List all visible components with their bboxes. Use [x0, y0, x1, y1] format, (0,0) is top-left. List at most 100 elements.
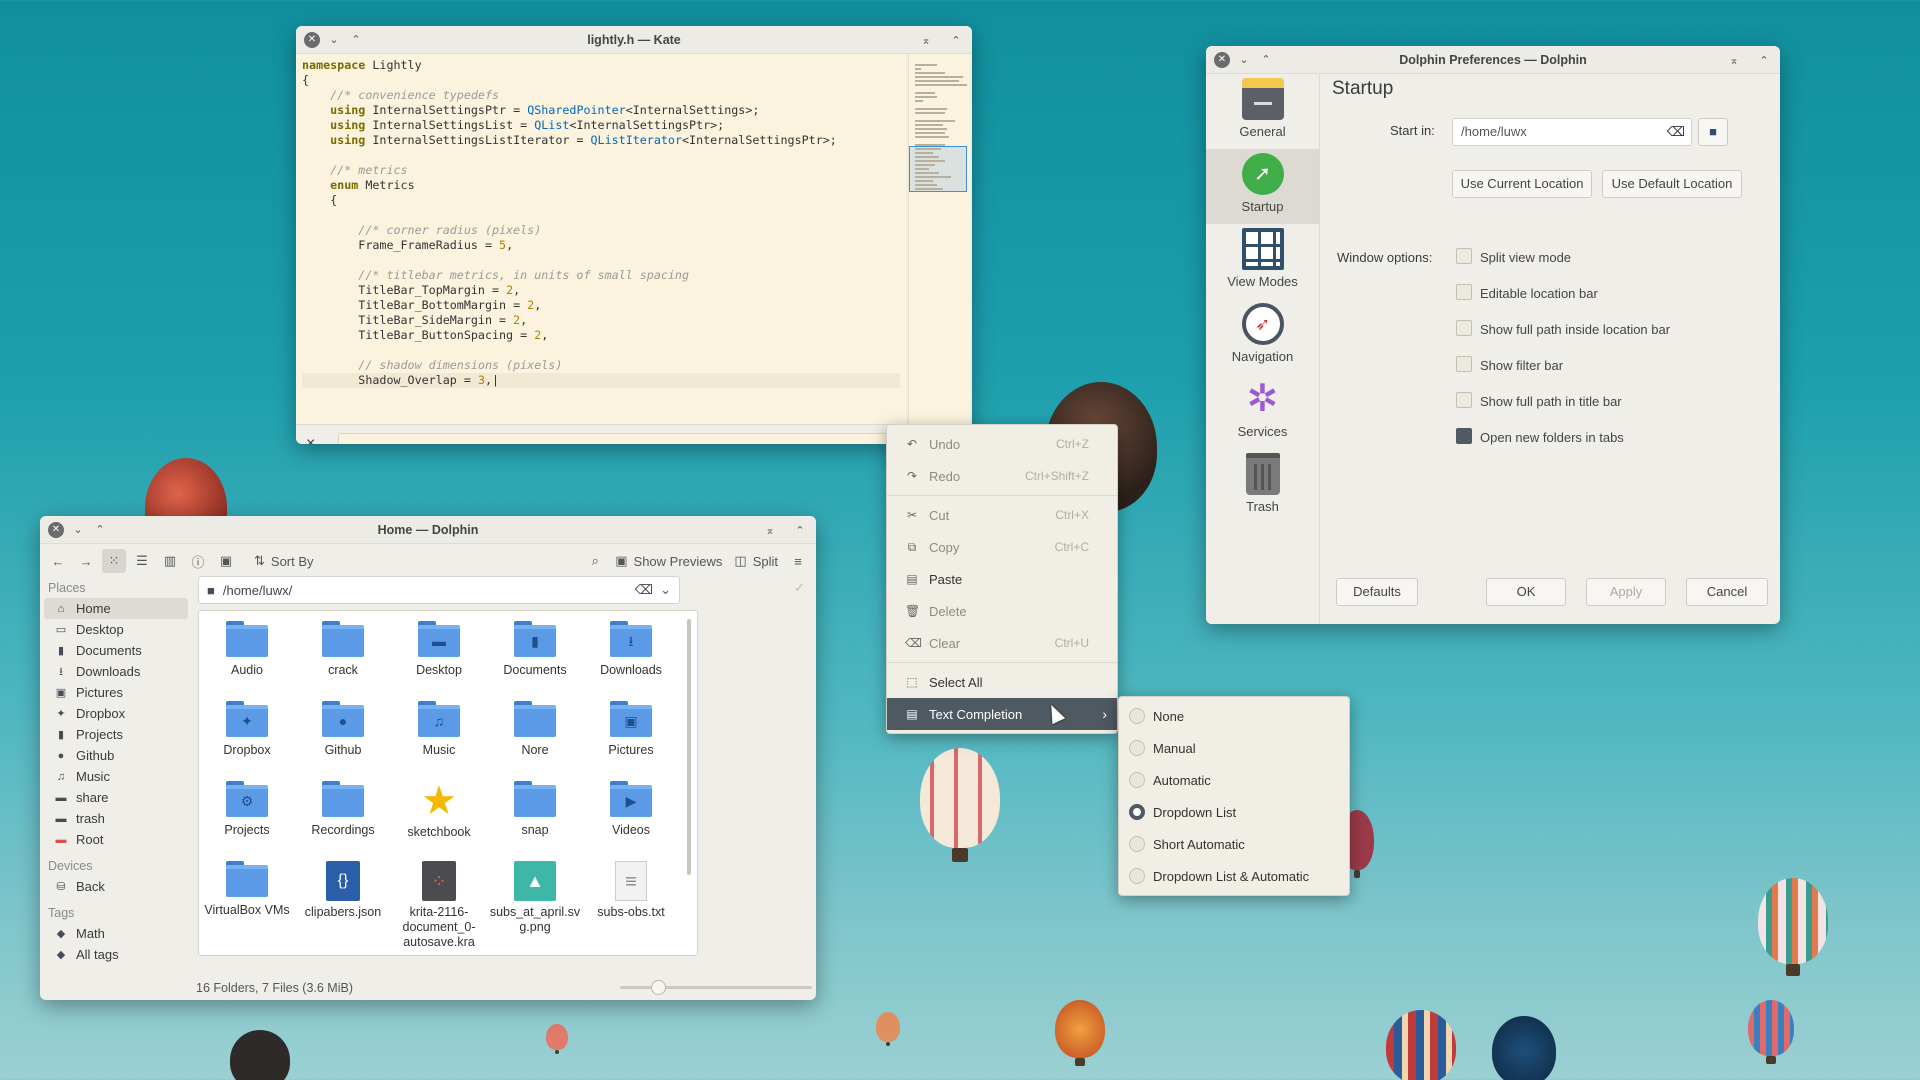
- full-path-location-checkbox[interactable]: [1456, 320, 1472, 336]
- file-item[interactable]: ▲ subs_at_april.svg.png: [480, 861, 590, 935]
- file-item[interactable]: ⭳ Downloads: [576, 621, 686, 678]
- place-github[interactable]: ● Github: [44, 745, 188, 766]
- shade-icon[interactable]: ⌃: [1756, 52, 1772, 68]
- menu-item-undo[interactable]: ↶ Undo Ctrl+Z: [887, 428, 1117, 460]
- radio-button[interactable]: [1129, 772, 1145, 788]
- file-item[interactable]: crack: [288, 621, 398, 678]
- file-item[interactable]: Recordings: [288, 781, 398, 838]
- minimize-icon[interactable]: ⌄: [326, 32, 342, 48]
- menu-item-delete[interactable]: 🗑 Delete: [887, 595, 1117, 627]
- place-all-tags[interactable]: ◆ All tags: [44, 944, 188, 965]
- file-item[interactable]: ≡ subs-obs.txt: [576, 861, 686, 920]
- zoom-slider-handle[interactable]: [651, 980, 667, 995]
- shade-icon[interactable]: ⌃: [948, 32, 964, 48]
- menu-item-clear[interactable]: ⌫ Clear Ctrl+U: [887, 627, 1117, 659]
- icons-view-icon[interactable]: ⁙: [102, 549, 126, 573]
- menu-item-text-completion[interactable]: ▤ Text Completion ›: [887, 698, 1117, 730]
- minimap[interactable]: [908, 54, 970, 424]
- browse-button[interactable]: ■: [1698, 118, 1728, 146]
- menu-item-select-all[interactable]: ⬚ Select All: [887, 666, 1117, 698]
- apply-button[interactable]: Apply: [1586, 578, 1666, 606]
- start-in-field[interactable]: /home/luwx ⌫: [1452, 118, 1692, 146]
- file-item[interactable]: ✦ Dropbox: [199, 701, 302, 758]
- filter-bar-checkbox[interactable]: [1456, 356, 1472, 372]
- place-projects[interactable]: ▮ Projects: [44, 724, 188, 745]
- keep-above-icon[interactable]: ⌅: [762, 522, 778, 538]
- place-desktop[interactable]: ▭ Desktop: [44, 619, 188, 640]
- radio-button[interactable]: [1129, 868, 1145, 884]
- file-item[interactable]: ▣ Pictures: [576, 701, 686, 758]
- close-icon[interactable]: ✕: [304, 31, 320, 48]
- file-item[interactable]: ⁘ krita-2116-document_0-autosave.kra: [384, 861, 494, 950]
- keep-above-icon[interactable]: ⌅: [1726, 52, 1742, 68]
- terminal-icon[interactable]: ▣: [214, 549, 238, 573]
- close-search-icon[interactable]: ×: [306, 435, 315, 444]
- radio-button[interactable]: [1129, 740, 1145, 756]
- menu-item-paste[interactable]: ▤ Paste: [887, 563, 1117, 595]
- completion-option[interactable]: Manual: [1119, 732, 1349, 764]
- use-current-location-button[interactable]: Use Current Location: [1452, 170, 1592, 198]
- defaults-button[interactable]: Defaults: [1336, 578, 1418, 606]
- file-item[interactable]: ★ sketchbook: [384, 781, 494, 840]
- place-downloads[interactable]: ⭳ Downloads: [44, 661, 188, 682]
- ok-button[interactable]: OK: [1486, 578, 1566, 606]
- maximize-icon[interactable]: ⌃: [1258, 52, 1274, 68]
- file-item[interactable]: ▶ Videos: [576, 781, 686, 838]
- completion-option[interactable]: Dropdown List & Automatic: [1119, 860, 1349, 892]
- split-button[interactable]: ◫ Split: [730, 549, 782, 573]
- menu-item-copy[interactable]: ⧉ Copy Ctrl+C: [887, 531, 1117, 563]
- place-root[interactable]: ▬ Root: [44, 829, 188, 850]
- menu-item-cut[interactable]: ✂ Cut Ctrl+X: [887, 499, 1117, 531]
- place-trash[interactable]: ▬ trash: [44, 808, 188, 829]
- hamburger-menu-icon[interactable]: ≡: [786, 549, 810, 573]
- place-back[interactable]: ⛁ Back: [44, 876, 188, 897]
- place-pictures[interactable]: ▣ Pictures: [44, 682, 188, 703]
- info-icon[interactable]: ⓘ: [186, 549, 210, 573]
- radio-button[interactable]: [1129, 804, 1145, 820]
- place-dropbox[interactable]: ✦ Dropbox: [44, 703, 188, 724]
- search-icon[interactable]: ⌕: [583, 549, 607, 573]
- place-music[interactable]: ♫ Music: [44, 766, 188, 787]
- close-icon[interactable]: ✕: [1214, 51, 1230, 68]
- category-startup[interactable]: ➚ Startup: [1206, 149, 1319, 224]
- file-item[interactable]: ⚙ Projects: [199, 781, 302, 838]
- scrollbar[interactable]: [687, 619, 691, 875]
- keep-above-icon[interactable]: ⌅: [918, 32, 934, 48]
- place-documents[interactable]: ▮ Documents: [44, 640, 188, 661]
- file-item[interactable]: Audio: [199, 621, 302, 678]
- sort-by-button[interactable]: ⇅ Sort By: [250, 549, 318, 573]
- clear-field-icon[interactable]: ⌫: [1667, 119, 1685, 145]
- back-icon[interactable]: ←: [46, 549, 70, 573]
- minimize-icon[interactable]: ⌄: [1236, 52, 1252, 68]
- split-view-checkbox[interactable]: [1456, 248, 1472, 264]
- columns-view-icon[interactable]: ▥: [158, 549, 182, 573]
- minimize-icon[interactable]: ⌄: [70, 522, 86, 538]
- clear-location-icon[interactable]: ⌫: [635, 582, 653, 598]
- category-services[interactable]: ✲ Services: [1206, 374, 1319, 449]
- completion-option[interactable]: Short Automatic: [1119, 828, 1349, 860]
- category-navigation[interactable]: ➶ Navigation: [1206, 299, 1319, 374]
- file-item[interactable]: VirtualBox VMs: [199, 861, 302, 918]
- file-item[interactable]: Nore: [480, 701, 590, 758]
- completion-option[interactable]: None: [1119, 700, 1349, 732]
- file-view[interactable]: Audio crack ▬ Desktop ▮ Documents ⭳ Downloads ✦ D…: [198, 610, 698, 956]
- place-share[interactable]: ▬ share: [44, 787, 188, 808]
- place-home[interactable]: ⌂ Home: [44, 598, 188, 619]
- location-bar[interactable]: ■ /home/luwx/ ⌫ ⌄: [198, 576, 680, 604]
- completion-option[interactable]: Dropdown List: [1119, 796, 1349, 828]
- radio-button[interactable]: [1129, 836, 1145, 852]
- category-general[interactable]: General: [1206, 74, 1319, 149]
- file-item[interactable]: ▮ Documents: [480, 621, 590, 678]
- editable-location-checkbox[interactable]: [1456, 284, 1472, 300]
- file-item[interactable]: ♫ Music: [384, 701, 494, 758]
- forward-icon[interactable]: →: [74, 549, 98, 573]
- details-view-icon[interactable]: ☰: [130, 549, 154, 573]
- maximize-icon[interactable]: ⌃: [348, 32, 364, 48]
- shade-icon[interactable]: ⌃: [792, 522, 808, 538]
- file-item[interactable]: snap: [480, 781, 590, 838]
- menu-item-redo[interactable]: ↷ Redo Ctrl+Shift+Z: [887, 460, 1117, 492]
- maximize-icon[interactable]: ⌃: [92, 522, 108, 538]
- close-icon[interactable]: ✕: [48, 521, 64, 538]
- category-trash[interactable]: Trash: [1206, 449, 1319, 524]
- new-folders-tabs-checkbox[interactable]: [1456, 428, 1472, 444]
